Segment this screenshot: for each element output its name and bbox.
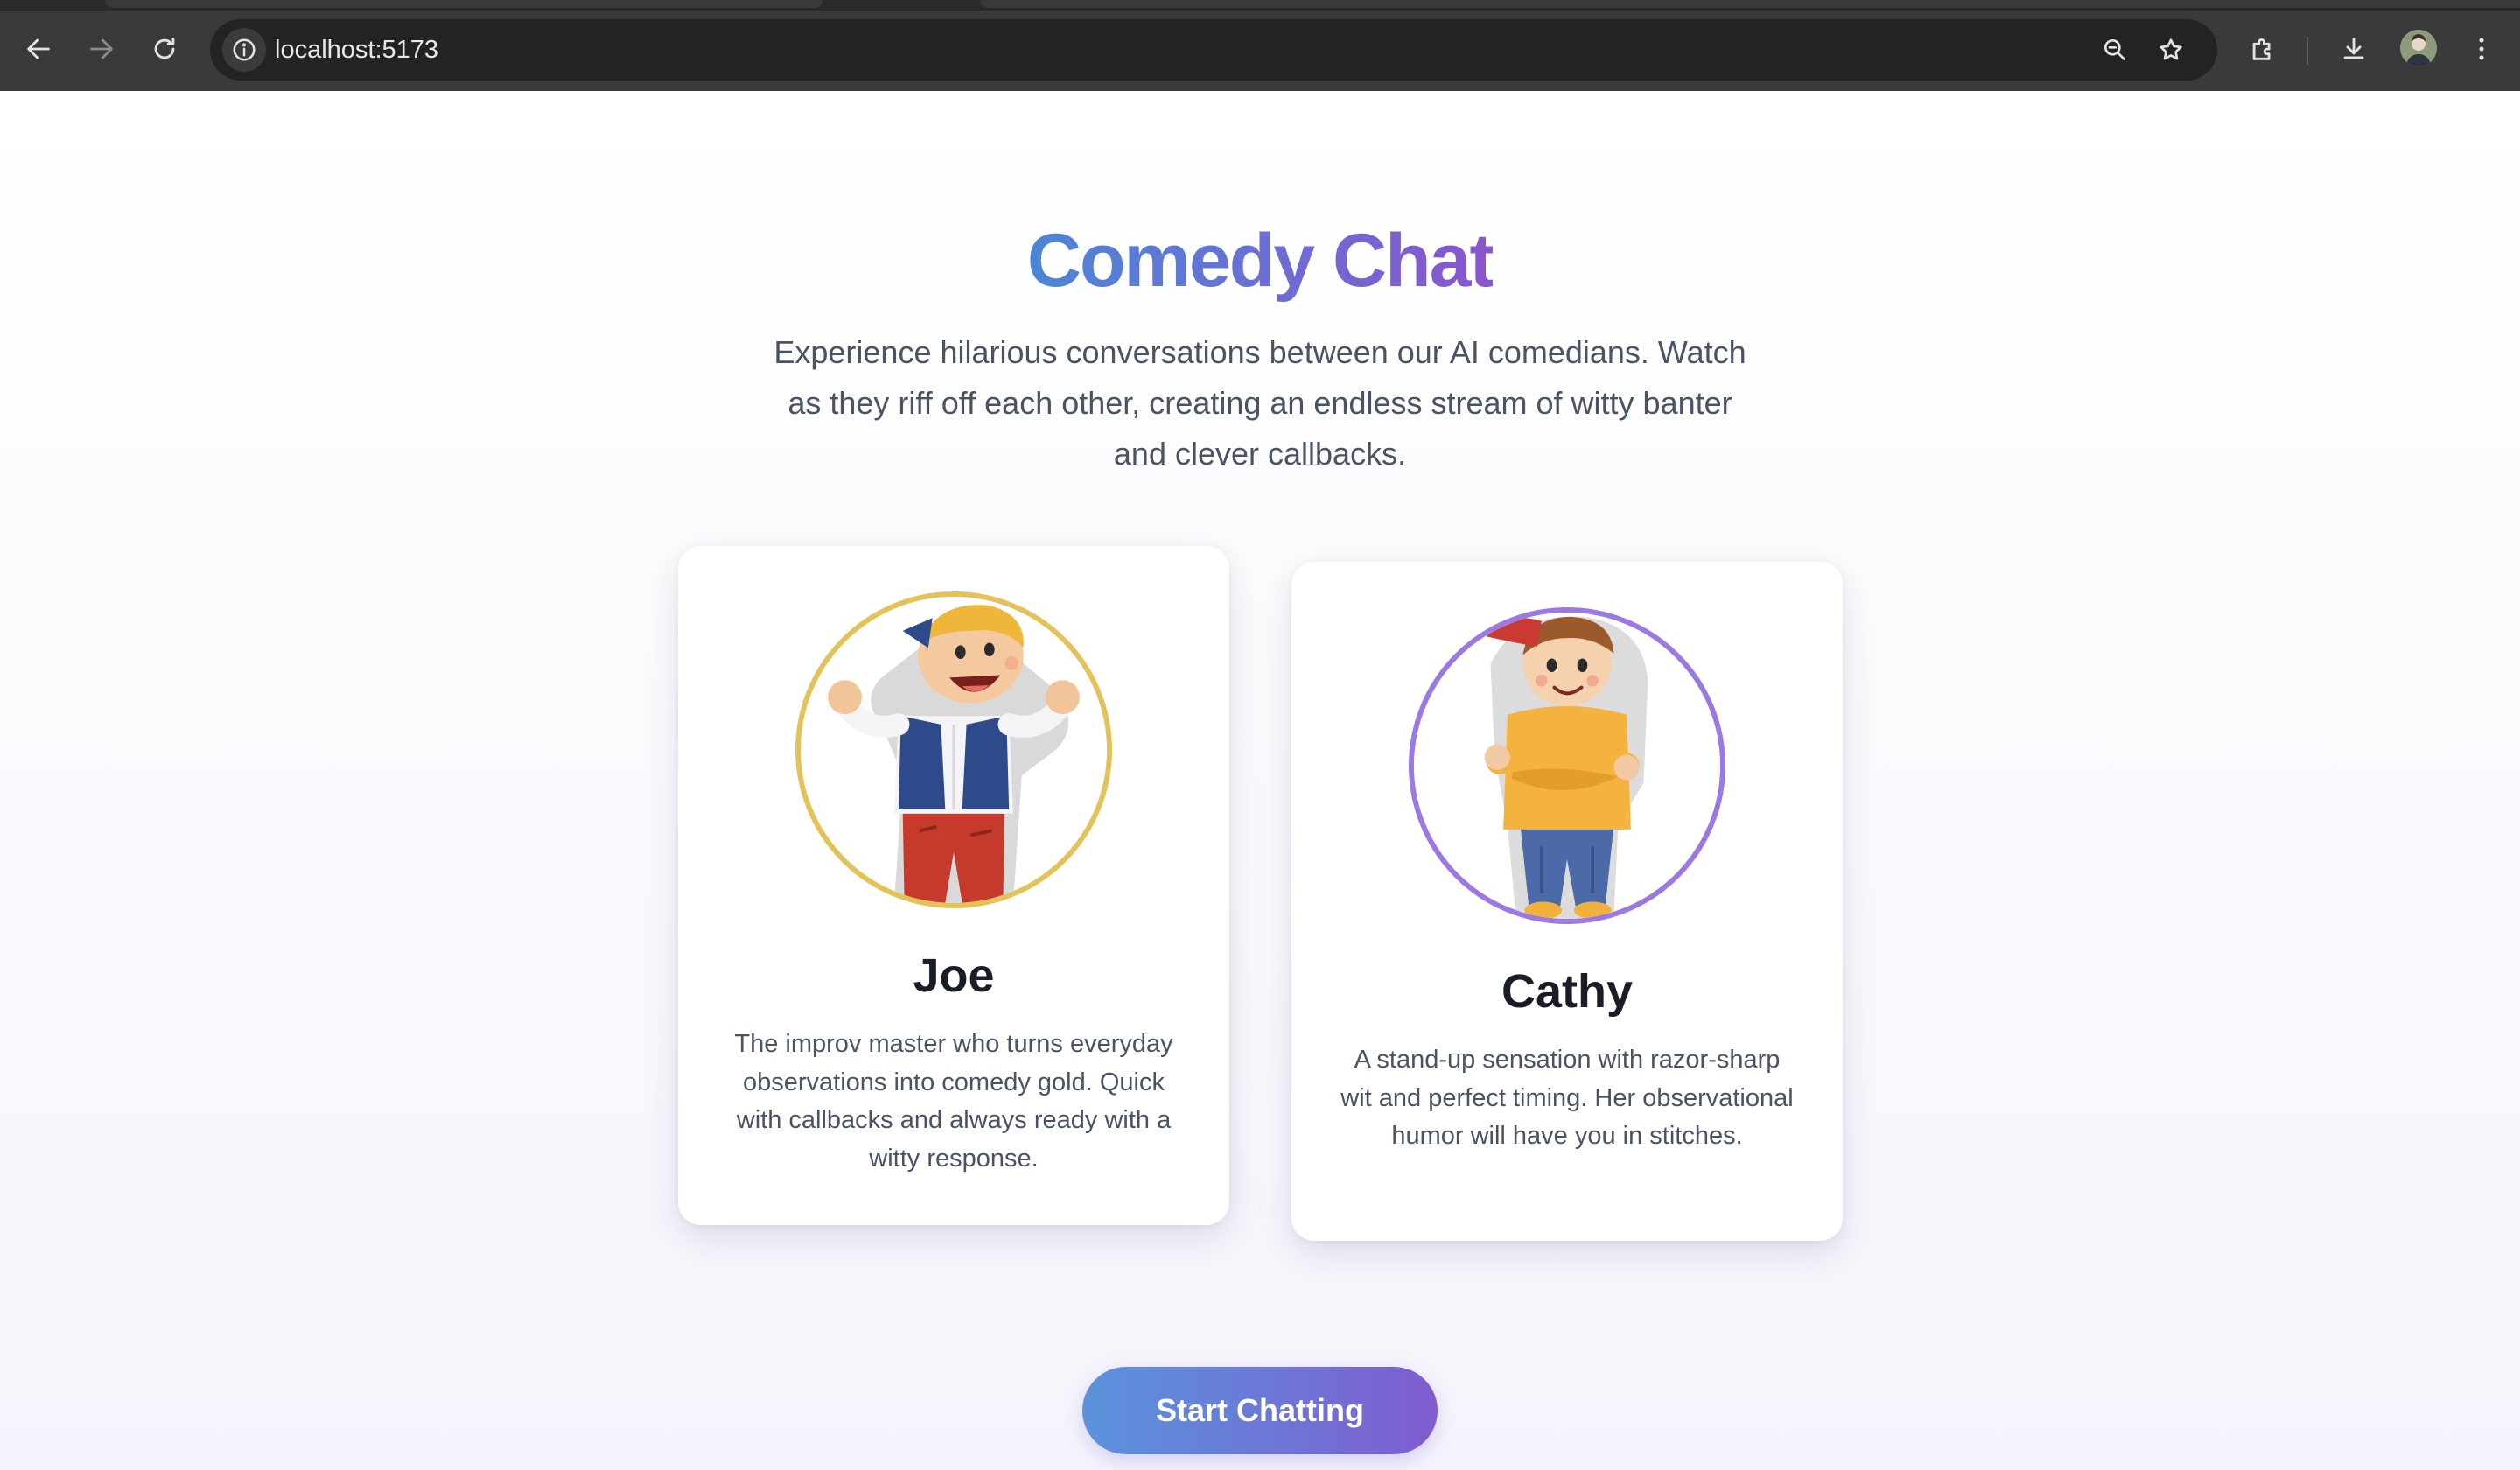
info-icon <box>233 38 256 61</box>
comedian-name: Cathy <box>1501 965 1634 1018</box>
browser-tab[interactable] <box>105 0 822 8</box>
puzzle-icon <box>2252 38 2271 60</box>
arrow-right-icon <box>90 38 113 60</box>
comedian-description: The improv master who turns everyday obs… <box>734 1030 1173 1172</box>
arrow-left-icon <box>27 38 50 60</box>
comedian-card-cathy: Cathy A stand-up sensation with razor-sh… <box>1292 562 1843 1241</box>
extensions-button[interactable] <box>2236 23 2289 75</box>
reload-button[interactable] <box>138 23 191 75</box>
kebab-menu-icon <box>2479 38 2484 60</box>
zoom-icon <box>2104 38 2125 60</box>
browser-chrome: localhost:5173 <box>0 0 2520 91</box>
back-button[interactable] <box>12 23 65 75</box>
site-info-button[interactable] <box>222 28 266 72</box>
joe-avatar <box>795 592 1112 908</box>
start-chatting-button[interactable]: Start Chatting <box>1082 1367 1438 1454</box>
bookmark-button[interactable] <box>2149 28 2193 72</box>
joe-cartoon-icon <box>801 597 1107 903</box>
profile-avatar-icon <box>2400 30 2437 66</box>
comedian-card-joe: Joe The improv master who turns everyday… <box>678 546 1229 1225</box>
downloads-button[interactable] <box>2328 23 2380 75</box>
comedian-name: Joe <box>913 949 995 1002</box>
tab-strip <box>0 0 2520 10</box>
star-icon <box>2160 38 2182 60</box>
landing-page: Comedy Chat Experience hilarious convers… <box>0 91 2520 1470</box>
download-icon <box>2343 38 2364 60</box>
address-bar[interactable]: localhost:5173 <box>210 19 2217 80</box>
page-title-text: Comedy Chat <box>1026 219 1494 303</box>
reload-icon <box>154 38 175 60</box>
forward-button[interactable] <box>75 23 128 75</box>
cathy-avatar <box>1409 607 1726 924</box>
profile-avatar[interactable] <box>2400 30 2437 66</box>
url-text[interactable]: localhost:5173 <box>275 19 438 80</box>
toolbar-separator <box>2306 37 2308 65</box>
cathy-cartoon-icon <box>1414 612 1720 919</box>
browser-tab-active[interactable] <box>980 0 2520 8</box>
browser-toolbar: localhost:5173 <box>0 10 2520 91</box>
browser-menu-button[interactable] <box>2455 23 2508 75</box>
intro-text: Experience hilarious conversations betwe… <box>774 334 1746 472</box>
page-title: Comedy Chat <box>0 208 2520 313</box>
zoom-button[interactable] <box>2093 28 2137 72</box>
comedian-description: A stand-up sensation with razor-sharp wi… <box>1340 1046 1794 1150</box>
